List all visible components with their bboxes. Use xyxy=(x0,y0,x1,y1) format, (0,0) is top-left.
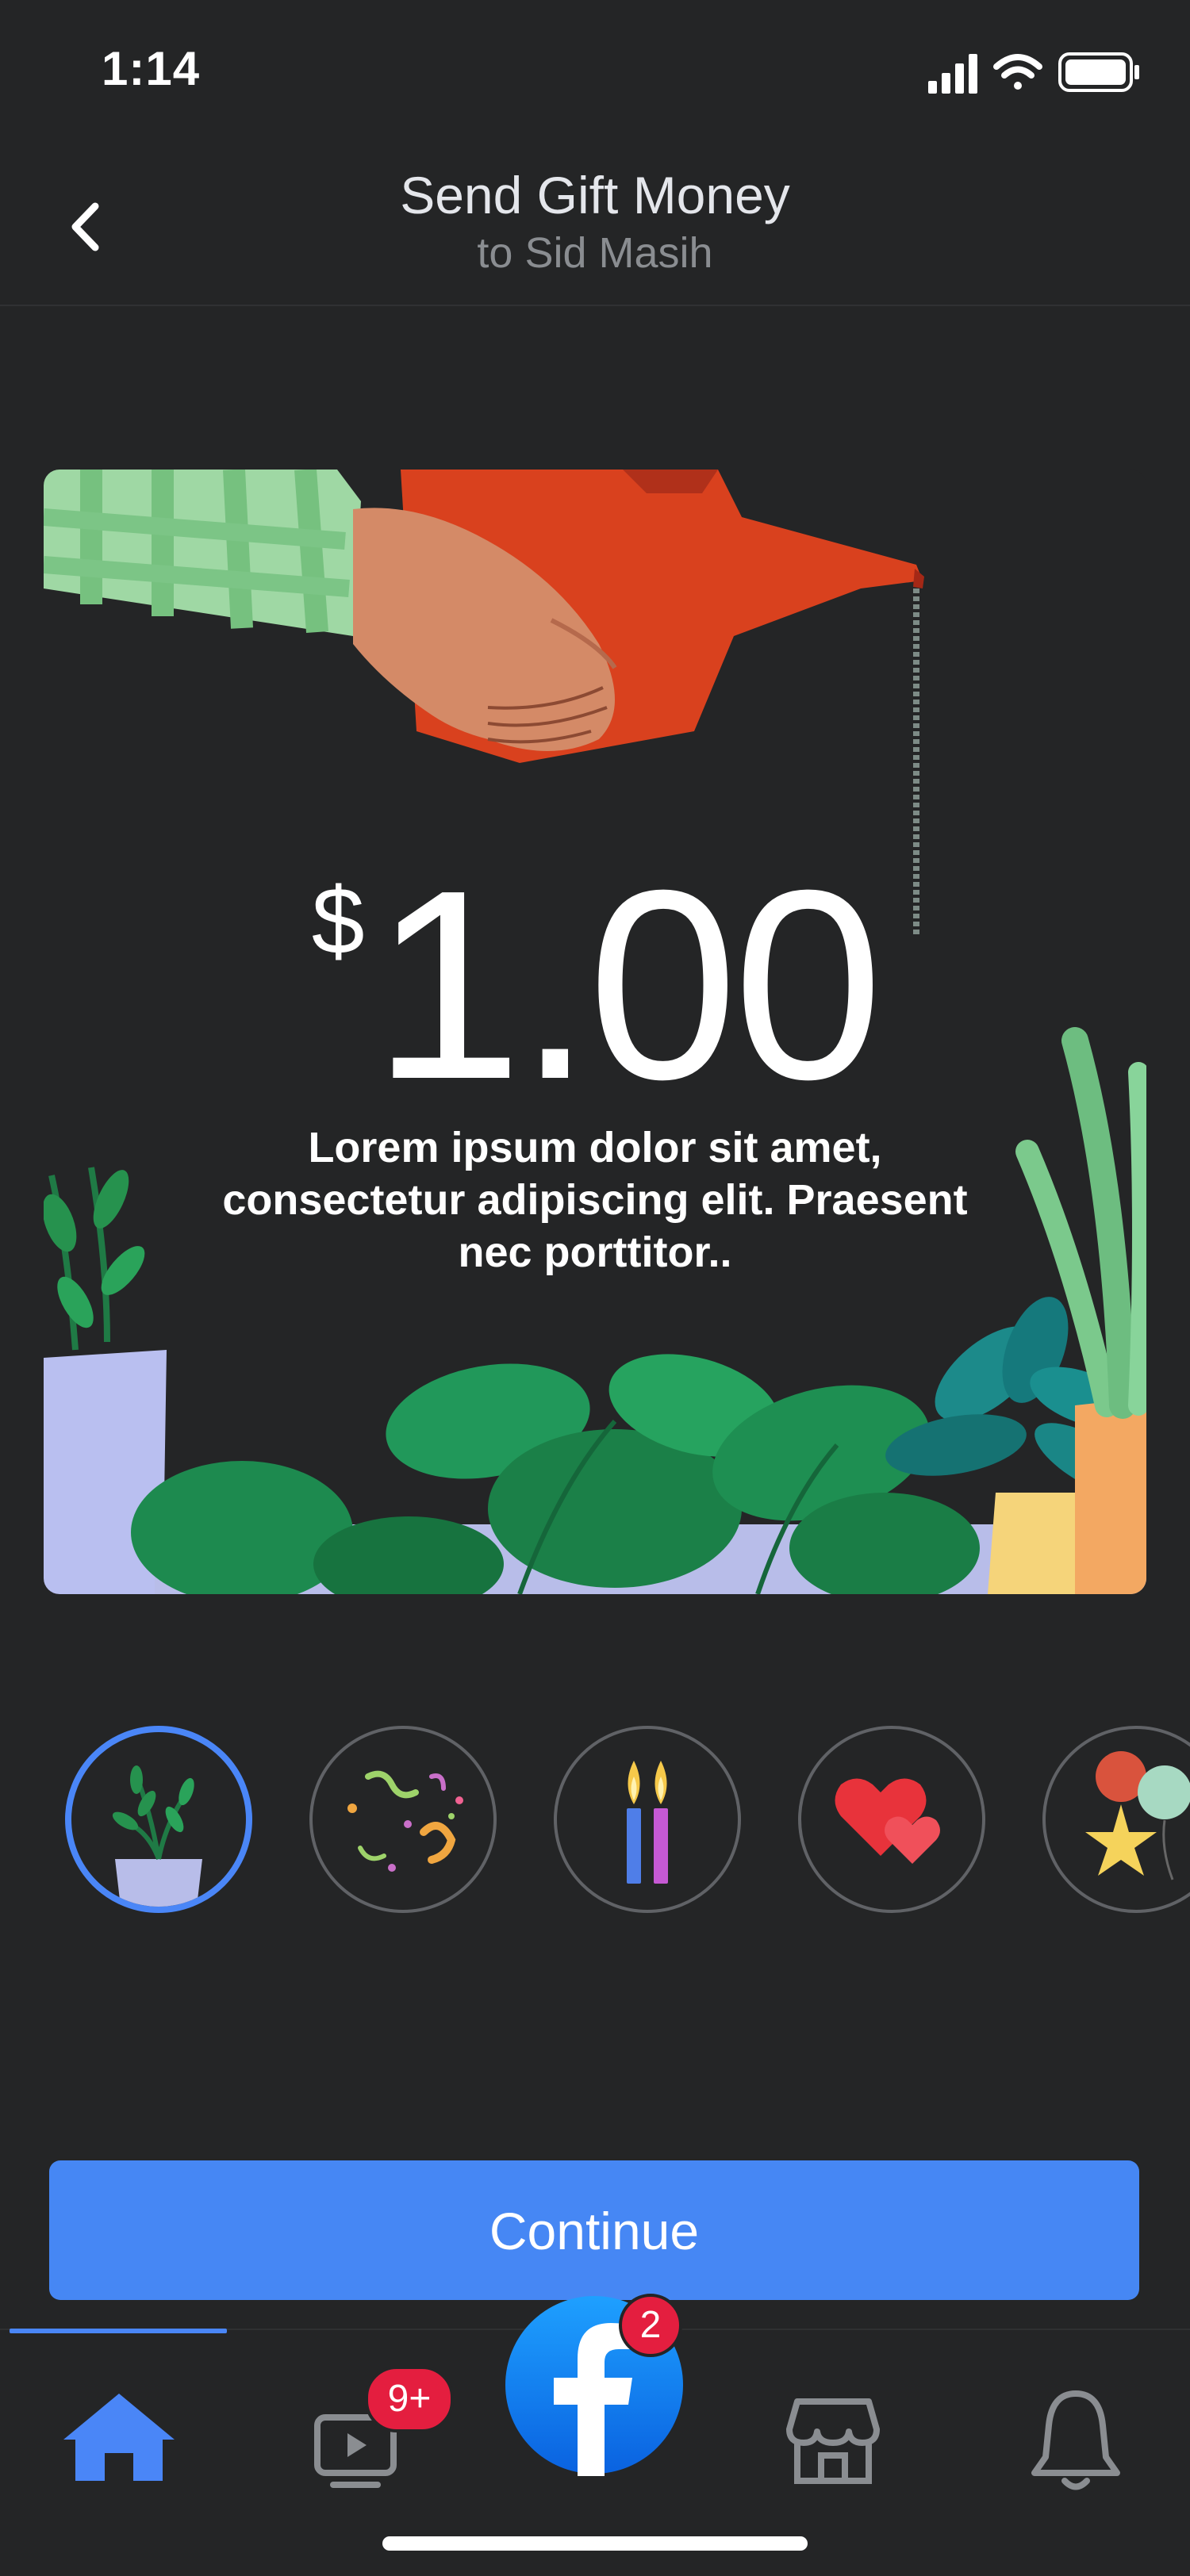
status-time: 1:14 xyxy=(102,42,201,95)
gift-card: $1.00 Lorem ipsum dolor sit amet, consec… xyxy=(44,470,1146,1594)
theme-option-plant[interactable] xyxy=(65,1726,252,1913)
gift-amount[interactable]: $1.00 xyxy=(44,850,1146,1120)
video-notification-badge: 9+ xyxy=(365,2366,454,2432)
wifi-icon xyxy=(993,54,1042,90)
marketplace-icon[interactable] xyxy=(762,2370,904,2497)
tab-facebook[interactable]: 2 xyxy=(503,2294,685,2476)
page-subtitle: to Sid Masih xyxy=(477,229,713,277)
gift-message[interactable]: Lorem ipsum dolor sit amet, consectetur … xyxy=(182,1121,1008,1278)
theme-option-hearts[interactable] xyxy=(798,1726,985,1913)
active-tab-indicator xyxy=(10,2329,227,2333)
home-indicator[interactable] xyxy=(382,2536,808,2551)
middle-plants-illustration xyxy=(131,1354,980,1594)
facebook-notification-badge: 2 xyxy=(619,2294,682,2357)
hearts-icon xyxy=(835,1778,940,1864)
theme-option-balloons[interactable] xyxy=(1042,1726,1190,1913)
status-bar: 1:14 xyxy=(0,0,1190,143)
balloons-icon xyxy=(1085,1751,1190,1880)
tab-video[interactable]: 9+ xyxy=(286,2366,454,2497)
plant-icon xyxy=(112,1765,202,1907)
continue-button[interactable]: Continue xyxy=(49,2160,1139,2300)
app-screen: 1:14 Send Gift Money to Sid Masih $1.00 … xyxy=(0,0,1190,2576)
currency-symbol: $ xyxy=(311,868,365,974)
bell-icon[interactable] xyxy=(1004,2370,1147,2497)
status-icons xyxy=(928,52,1139,94)
confetti-icon xyxy=(347,1770,463,1872)
battery-icon xyxy=(1058,52,1139,92)
sleeve-illustration xyxy=(44,470,361,636)
candles-icon xyxy=(627,1761,668,1884)
theme-picker xyxy=(0,1726,1190,1921)
page-title: Send Gift Money xyxy=(400,166,790,224)
amount-value: 1.00 xyxy=(372,834,884,1136)
signal-icon xyxy=(928,54,977,94)
home-icon[interactable] xyxy=(48,2370,190,2497)
theme-option-candles[interactable] xyxy=(554,1726,741,1913)
theme-option-confetti[interactable] xyxy=(309,1726,497,1913)
header: Send Gift Money to Sid Masih xyxy=(0,143,1190,306)
